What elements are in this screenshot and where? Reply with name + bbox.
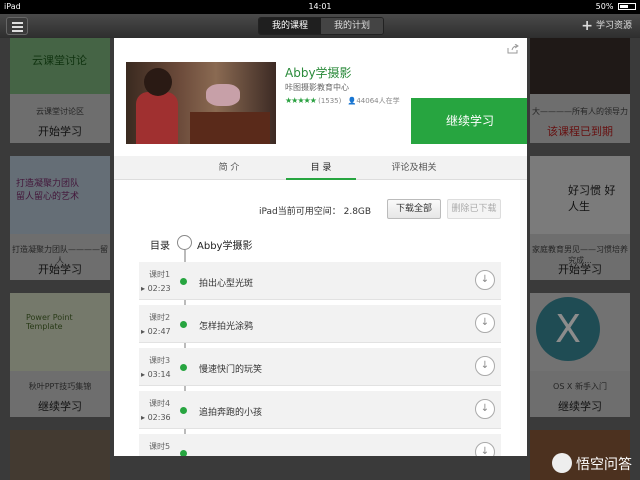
lesson-row[interactable]: 课时2 ▸ 02:47 怎样拍光涂鸦 ↓ — [139, 305, 501, 343]
course-title: Abby学摄影 — [285, 66, 352, 80]
lesson-duration: ▸ 02:36 — [141, 413, 171, 422]
battery-status: 50% — [596, 2, 636, 11]
course-organization: 咔图摄影教育中心 — [285, 83, 349, 92]
lesson-number: 课时2 — [149, 313, 171, 322]
lesson-name: 拍出心型光斑 — [199, 279, 254, 289]
tab-intro[interactable]: 简 介 — [194, 156, 264, 180]
toc-label: 目录 — [150, 241, 170, 252]
toc-course-title: Abby学摄影 — [197, 241, 253, 252]
course-rating: ★★★★★ (1535) 👤44064人在学 — [285, 96, 400, 105]
tab-comments[interactable]: 评论及相关 — [364, 156, 464, 180]
tab-my-plan[interactable]: 我的计划 — [321, 18, 383, 34]
lesson-dot-icon — [180, 407, 187, 414]
download-arrow-icon[interactable]: ↓ — [475, 442, 495, 456]
menu-button[interactable] — [6, 17, 28, 35]
lesson-duration: ▸ 02:47 — [141, 327, 171, 336]
hamburger-icon — [12, 22, 23, 24]
course-cover-image — [126, 62, 276, 144]
detail-tabs: 简 介 目 录 评论及相关 — [114, 156, 527, 180]
learning-resources-label: 学习资源 — [595, 21, 632, 31]
lesson-duration: ▸ 02:23 — [141, 284, 171, 293]
share-icon[interactable] — [507, 43, 519, 54]
lesson-dot-icon — [180, 364, 187, 371]
toc-circle-icon — [177, 235, 192, 250]
lesson-row[interactable]: 课时5 ↓ — [139, 434, 501, 456]
top-nav: 我的课程 我的计划 + 学习资源 — [0, 14, 640, 38]
lesson-row[interactable]: 课时1 ▸ 02:23 拍出心型光斑 ↓ — [139, 262, 501, 300]
lesson-name: 怎样拍光涂鸦 — [199, 322, 254, 332]
continue-learning-button[interactable]: 继续学习 — [411, 98, 527, 144]
star-rating-icon: ★★★★★ — [285, 96, 317, 105]
lesson-name: 慢速快门的玩笑 — [199, 365, 263, 375]
lesson-number: 课时1 — [149, 270, 171, 279]
watermark-text: 悟空问答 — [576, 457, 632, 473]
tab-contents[interactable]: 目 录 — [286, 156, 356, 180]
download-arrow-icon[interactable]: ↓ — [475, 270, 495, 290]
watermark: 悟空问答 — [552, 453, 632, 474]
download-arrow-icon[interactable]: ↓ — [475, 313, 495, 333]
battery-percent: 50% — [595, 2, 614, 11]
tab-my-courses[interactable]: 我的课程 — [259, 18, 321, 34]
delete-downloaded-button[interactable]: 删除已下载 — [447, 199, 501, 219]
course-detail-modal: Abby学摄影 咔图摄影教育中心 ★★★★★ (1535) 👤44064人在学 … — [114, 38, 527, 456]
available-space: iPad当前可用空间： 2.8GB — [259, 207, 372, 217]
wukong-logo-icon — [552, 453, 572, 473]
lesson-dot-icon — [180, 321, 187, 328]
download-arrow-icon[interactable]: ↓ — [475, 356, 495, 376]
rating-count: (1535) — [318, 97, 342, 105]
lesson-duration: ▸ 03:14 — [141, 370, 171, 379]
lesson-name: 追拍奔跑的小孩 — [199, 408, 263, 418]
lesson-number: 课时4 — [149, 399, 171, 408]
learning-resources-button[interactable]: + 学习资源 — [581, 18, 632, 34]
course-plan-switch: 我的课程 我的计划 — [258, 17, 384, 35]
status-bar: iPad 14:01 50% — [0, 0, 640, 14]
lesson-dot-icon — [180, 278, 187, 285]
lesson-dot-icon — [180, 450, 187, 456]
battery-icon — [618, 3, 636, 10]
lesson-row[interactable]: 课时3 ▸ 03:14 慢速快门的玩笑 ↓ — [139, 348, 501, 386]
download-arrow-icon[interactable]: ↓ — [475, 399, 495, 419]
learner-count: 44064人在学 — [356, 97, 400, 105]
lesson-number: 课时3 — [149, 356, 171, 365]
lesson-number: 课时5 — [149, 442, 171, 451]
download-all-button[interactable]: 下载全部 — [387, 199, 441, 219]
lesson-row[interactable]: 课时4 ▸ 02:36 追拍奔跑的小孩 ↓ — [139, 391, 501, 429]
plus-icon: + — [581, 18, 593, 34]
clock: 14:01 — [308, 2, 332, 11]
